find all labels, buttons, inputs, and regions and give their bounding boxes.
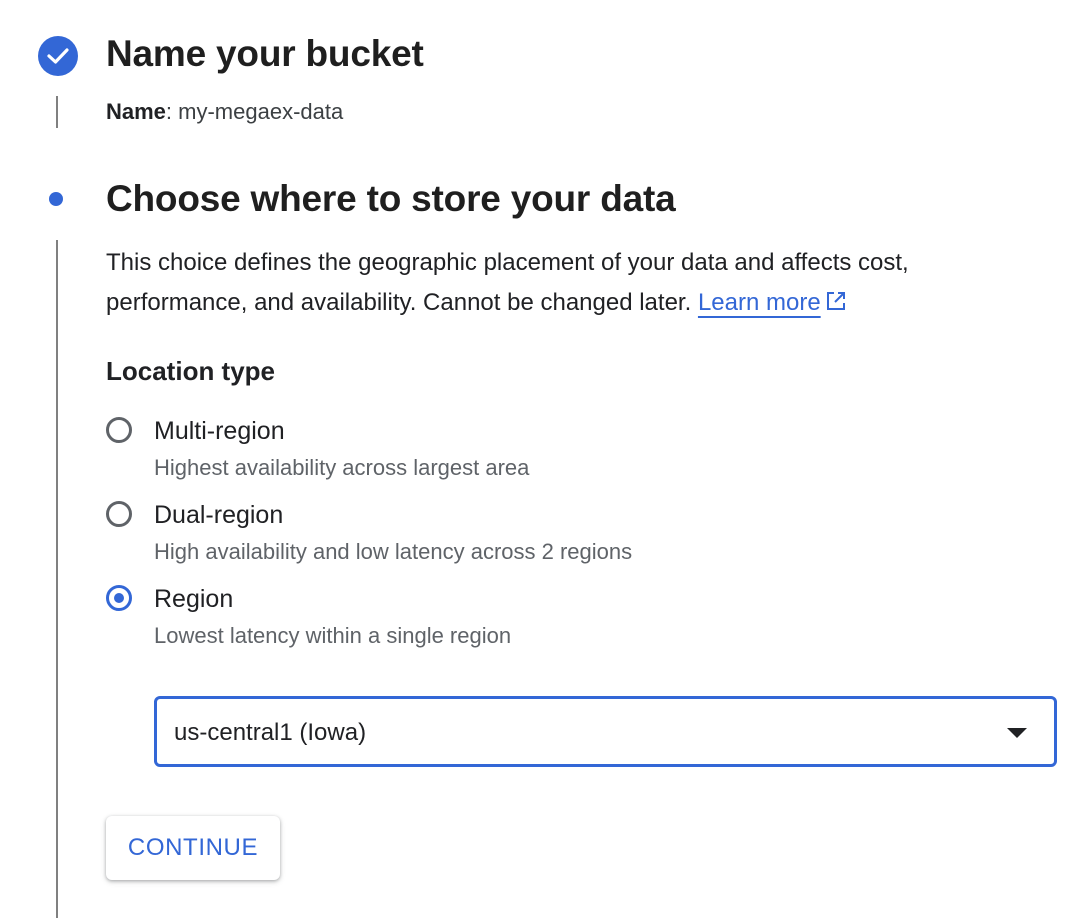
radio-button[interactable] <box>106 585 132 611</box>
radio-description: Lowest latency within a single region <box>154 623 512 648</box>
radio-description: High availability and low latency across… <box>154 539 633 564</box>
step-title-storage-location: Choose where to store your data <box>106 178 676 219</box>
step-connector-line <box>56 96 58 128</box>
bucket-name-summary: Name: my-megaex-data <box>106 99 343 125</box>
summary-label: Name <box>106 99 166 124</box>
location-type-heading: Location type <box>106 356 276 386</box>
learn-more-label: Learn more <box>697 289 821 316</box>
radio-option-multi-region[interactable]: Multi-region Highest availability across… <box>106 414 806 484</box>
check-circle-icon <box>38 36 78 76</box>
radio-option-region[interactable]: Region Lowest latency within a single re… <box>106 582 806 652</box>
continue-button[interactable]: CONTINUE <box>106 816 280 880</box>
step-dot-icon <box>49 192 63 206</box>
radio-button[interactable] <box>106 417 132 443</box>
region-select-value: us-central1 (Iowa) <box>174 719 367 746</box>
radio-label: Region <box>154 585 234 613</box>
radio-button[interactable] <box>106 501 132 527</box>
radio-label: Dual-region <box>154 501 284 529</box>
radio-description: Highest availability across largest area <box>154 455 530 480</box>
region-select[interactable]: us-central1 (Iowa) <box>154 696 1057 767</box>
open-in-new-icon[interactable] <box>825 285 847 325</box>
step-connector-line <box>56 240 58 918</box>
radio-option-dual-region[interactable]: Dual-region High availability and low la… <box>106 498 806 568</box>
arrow-drop-down-icon[interactable] <box>1007 728 1027 738</box>
radio-label: Multi-region <box>154 417 285 445</box>
location-description: This choice defines the geographic place… <box>106 243 1046 325</box>
learn-more-link[interactable]: Learn more <box>698 289 821 316</box>
summary-value: my-megaex-data <box>172 99 344 124</box>
step-title-name-bucket: Name your bucket <box>106 33 424 74</box>
